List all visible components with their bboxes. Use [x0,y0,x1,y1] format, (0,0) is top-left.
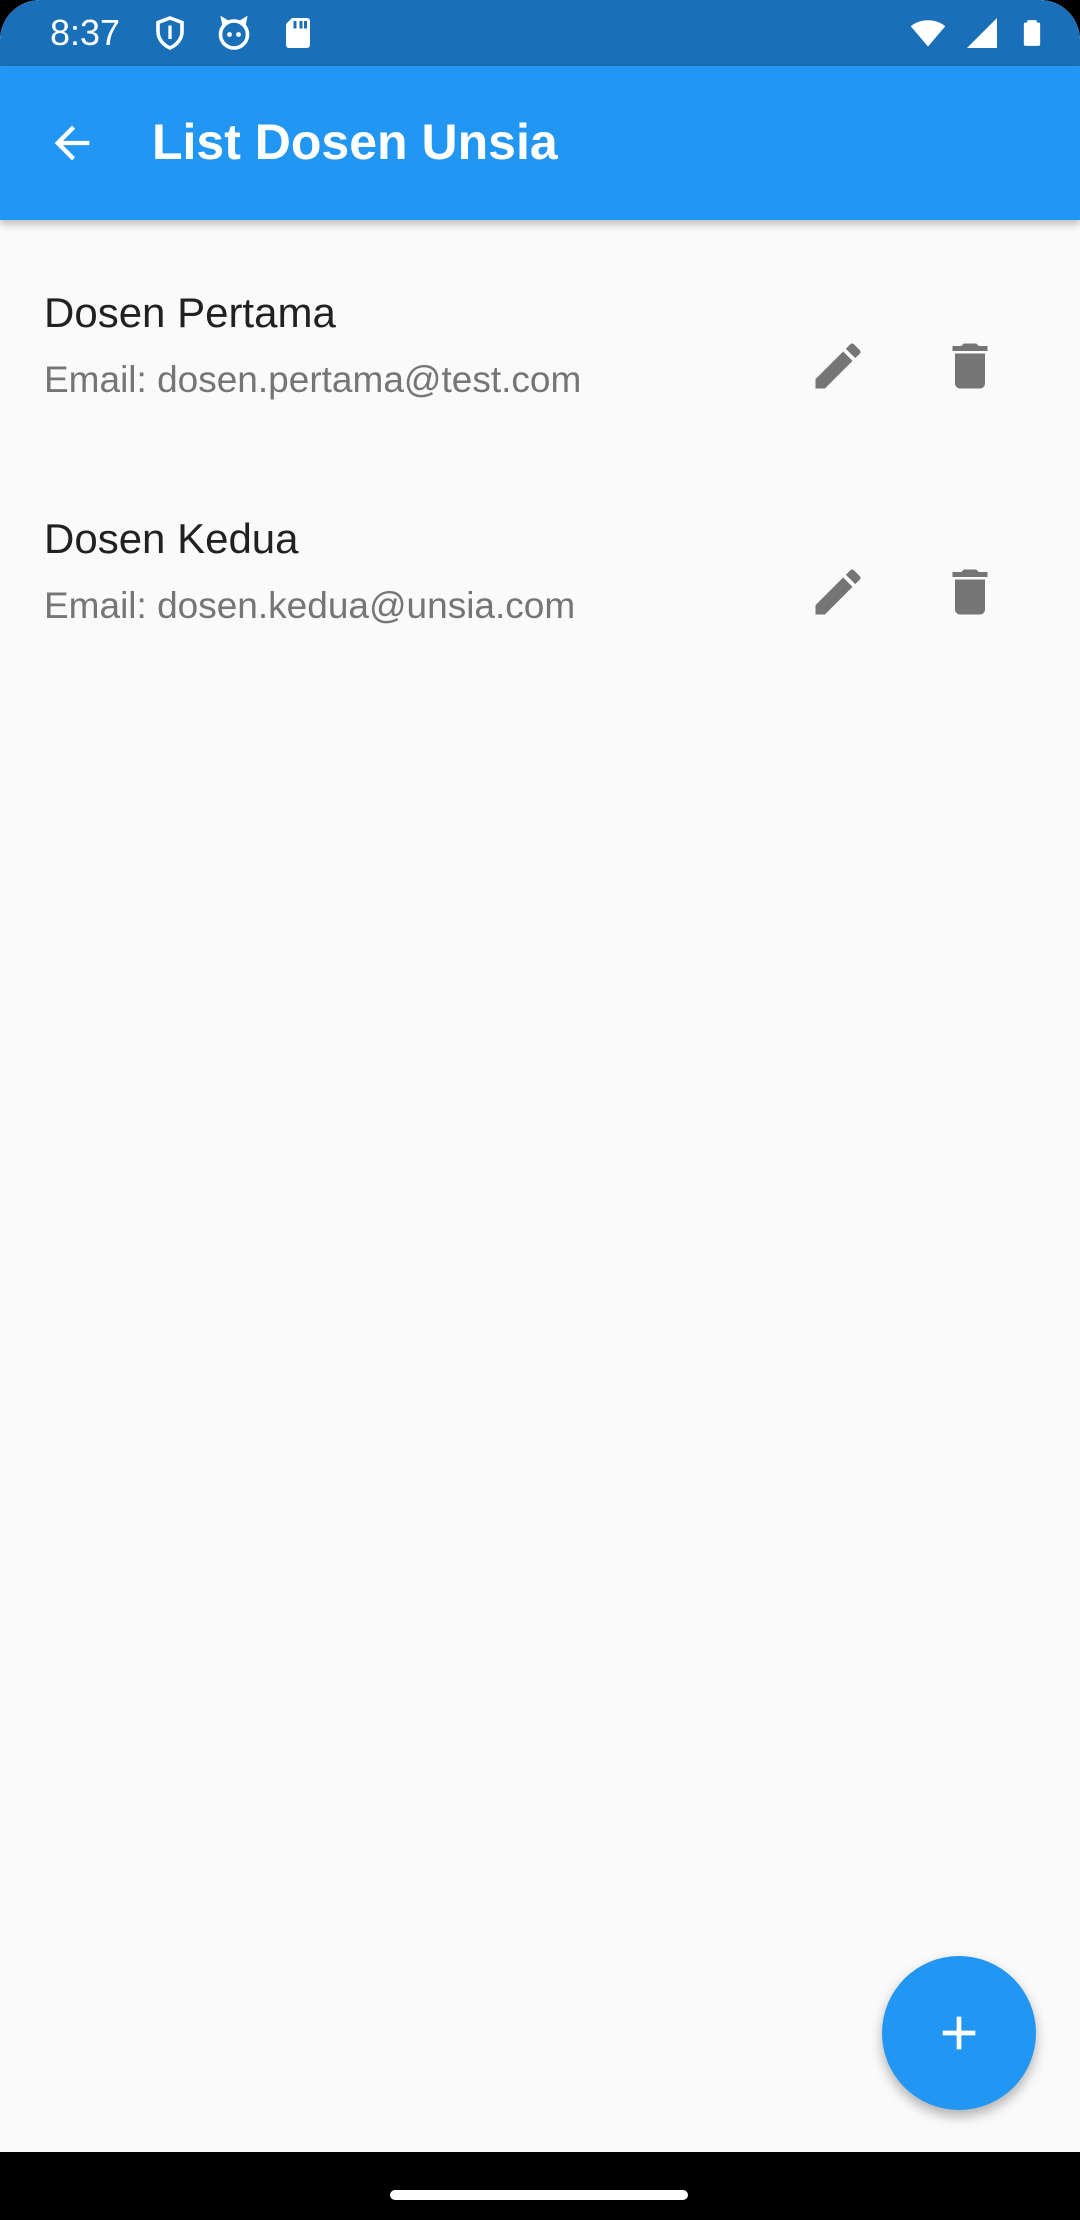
item-email: Email: dosen.kedua@unsia.com [44,585,576,626]
cell-signal-icon [967,18,997,48]
page-title: List Dosen Unsia [152,114,558,170]
status-bar: 8:37 [0,0,1080,66]
list-item[interactable]: Dosen Pertama Email: dosen.pertama@test.… [0,220,1080,446]
sd-card-icon [286,18,310,48]
status-time: 8:37 [50,12,121,53]
edit-button[interactable] [790,318,886,414]
home-handle[interactable] [390,2190,688,2200]
trash-icon [952,343,988,389]
trash-icon [952,569,988,615]
plus-icon [942,2016,976,2050]
app-bar: List Dosen Unsia [0,66,1080,220]
list-item[interactable]: Dosen Kedua Email: dosen.kedua@unsia.com [0,446,1080,672]
dosen-list: Dosen Pertama Email: dosen.pertama@test.… [0,220,1080,672]
system-nav-bar [0,2152,1080,2220]
battery-icon [1023,20,1041,46]
status-right-icons [910,15,1046,51]
app-screen: 8:37 List Dosen Unsia Dosen Pertama Emai… [0,0,1080,2220]
add-dosen-button[interactable] [882,1956,1036,2110]
cat-face-icon [218,15,250,50]
item-name: Dosen Kedua [44,515,299,562]
shield-icon [156,16,184,50]
delete-button[interactable] [922,318,1018,414]
item-email: Email: dosen.pertama@test.com [44,359,582,400]
edit-button[interactable] [790,544,886,640]
status-left-icons [152,15,316,51]
wifi-icon [910,20,946,47]
item-name: Dosen Pertama [44,289,336,336]
pencil-icon [815,569,861,615]
pencil-icon [815,343,861,389]
delete-button[interactable] [922,544,1018,640]
